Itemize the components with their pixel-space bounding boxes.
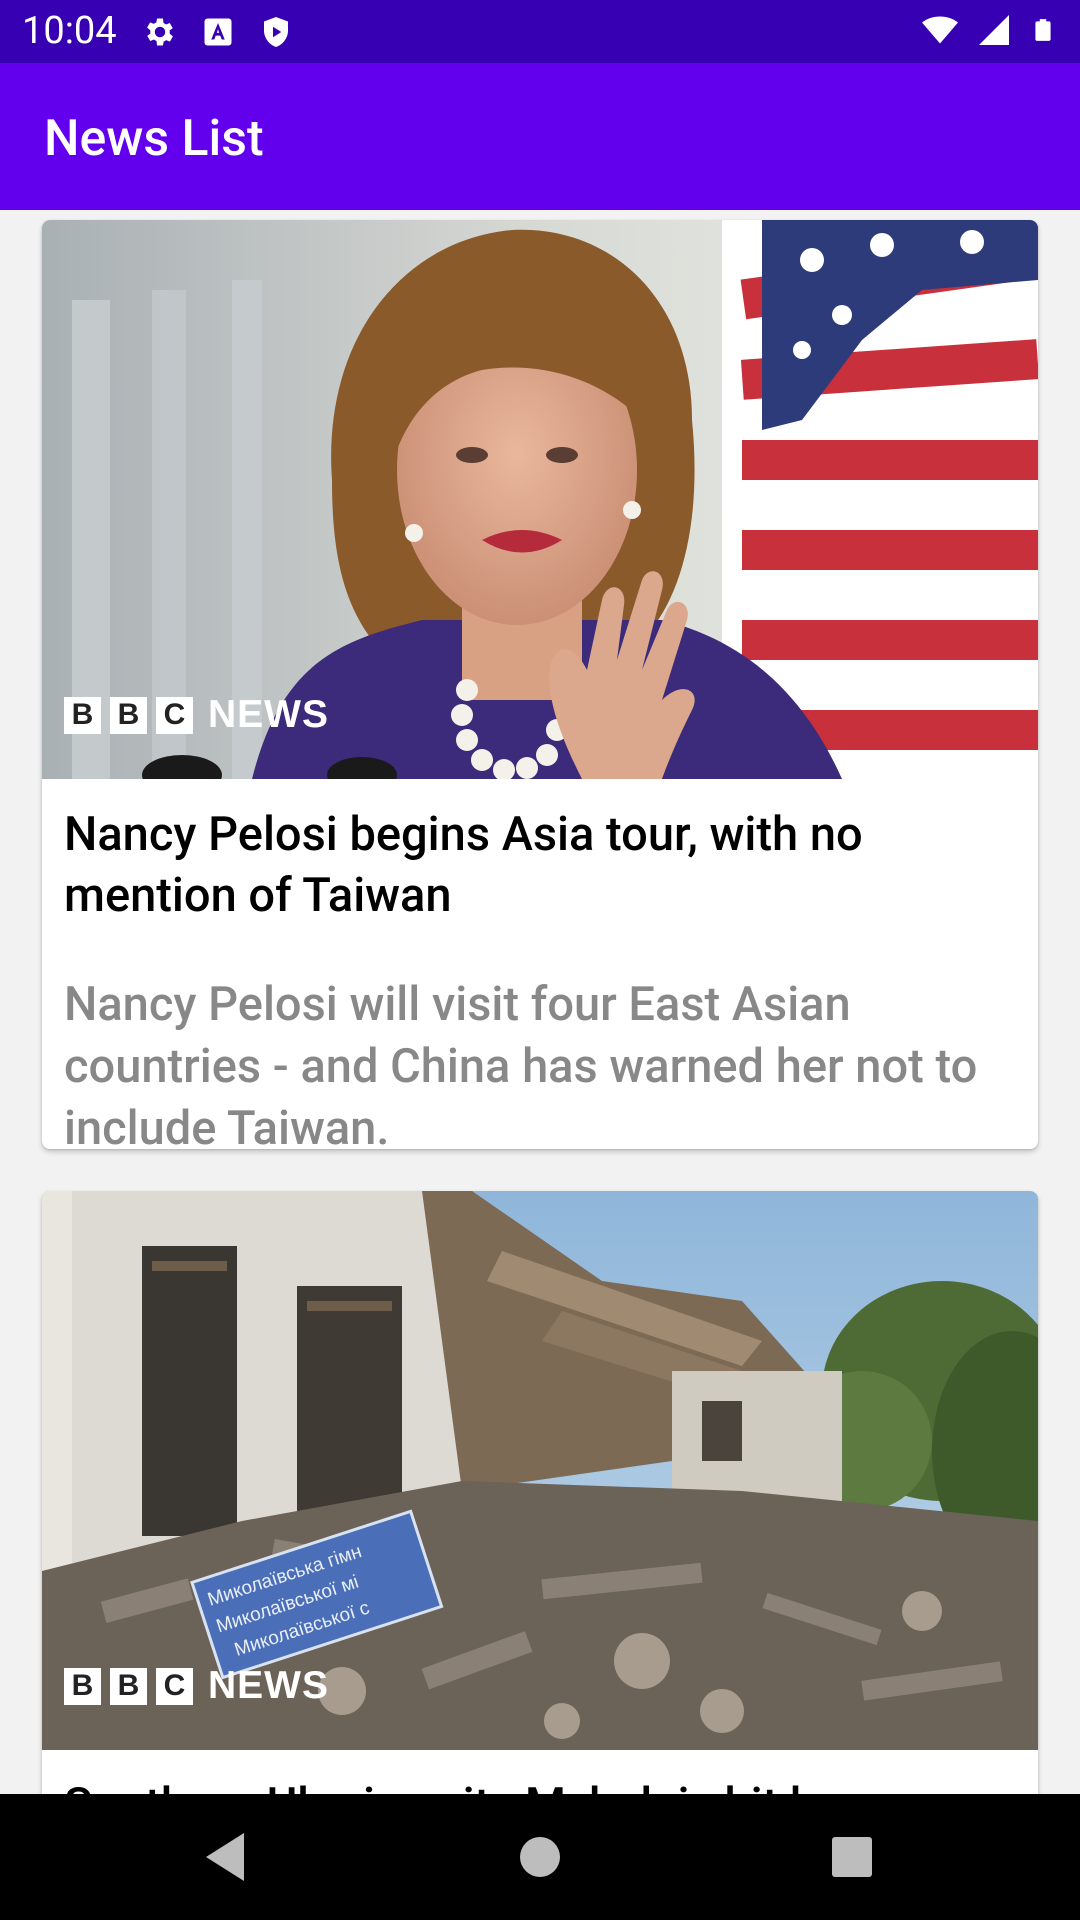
bbc-letter: B xyxy=(64,696,101,734)
recents-icon[interactable] xyxy=(828,1829,876,1885)
bbc-news-word: NEWS xyxy=(208,693,329,736)
news-list[interactable]: B B C NEWS Nancy Pelosi begins Asia tour… xyxy=(0,210,1080,1794)
bbc-news-logo: B B C NEWS xyxy=(64,693,329,737)
news-image: B B C NEWS xyxy=(42,220,1038,779)
status-bar: 10:04 xyxy=(0,0,1080,63)
app-title: News List xyxy=(44,110,264,168)
news-title: Southern Ukraine city Mykolaiv hit by he… xyxy=(64,1775,1014,1794)
status-icons-left xyxy=(142,14,294,50)
bbc-letter: C xyxy=(156,696,193,734)
status-icons-right xyxy=(922,12,1056,48)
battery-icon xyxy=(1035,19,1051,41)
bbc-letter: B xyxy=(64,1667,101,1705)
news-title: Nancy Pelosi begins Asia tour, with no m… xyxy=(64,807,863,923)
news-image: Миколаївська гімн Миколаївської мі Микол… xyxy=(42,1191,1038,1750)
home-icon[interactable] xyxy=(516,1829,564,1885)
news-card[interactable]: Миколаївська гімн Миколаївської мі Микол… xyxy=(42,1191,1038,1794)
navigation-bar xyxy=(0,1794,1080,1920)
play-protect-icon xyxy=(264,17,288,47)
status-time: 10:04 xyxy=(22,9,117,53)
settings-icon xyxy=(147,18,173,46)
bbc-letter: B xyxy=(110,1667,147,1705)
wifi-icon xyxy=(922,16,958,44)
bbc-letter: B xyxy=(110,696,147,734)
news-description: Nancy Pelosi will visit four East Asian … xyxy=(64,977,978,1149)
back-icon[interactable] xyxy=(200,1829,252,1885)
news-card[interactable]: B B C NEWS Nancy Pelosi begins Asia tour… xyxy=(42,220,1038,1149)
bbc-letter: C xyxy=(156,1667,193,1705)
signal-icon xyxy=(979,15,1009,45)
a-font-icon xyxy=(204,18,232,46)
bbc-news-word: NEWS xyxy=(208,1664,329,1707)
app-bar: News List xyxy=(0,63,1080,210)
bbc-news-logo: B B C NEWS xyxy=(64,1664,329,1708)
